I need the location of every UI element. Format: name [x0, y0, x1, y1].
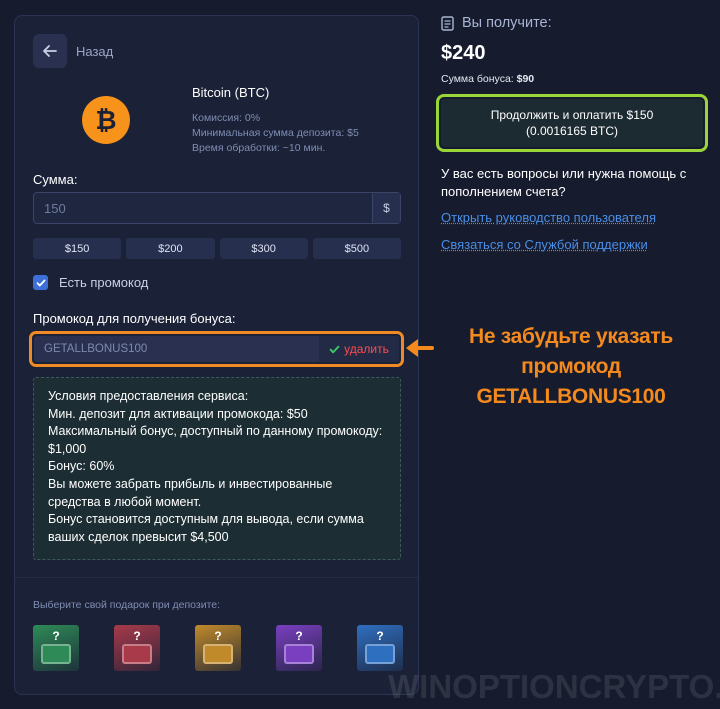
receipt-icon — [441, 16, 454, 31]
watermark: WINOPTIONCRYPTO.COM — [388, 668, 720, 706]
processing-time-text: Время обработки: ~10 мин. — [192, 141, 359, 156]
delete-promo-button[interactable]: удалить — [319, 336, 399, 362]
amount-label: Сумма: — [33, 172, 77, 187]
pay-button-highlight: Продолжить и оплатить $150 (0.0016165 BT… — [436, 94, 708, 152]
coin-info: Комиссия: 0% Минимальная сумма депозита:… — [192, 111, 359, 156]
chest-gold-icon[interactable]: ? — [195, 625, 241, 671]
divider — [15, 577, 418, 578]
arrow-left-icon — [404, 336, 434, 360]
bonus-label: Сумма бонуса: — [441, 73, 517, 85]
promo-checkbox-label[interactable]: Есть промокод — [59, 275, 148, 290]
terms-line: Вы можете забрать прибыль и инвестирован… — [48, 476, 386, 511]
promo-field: удалить — [34, 336, 399, 362]
back-label[interactable]: Назад — [76, 44, 113, 59]
quick-amount-button[interactable]: $300 — [220, 238, 308, 259]
user-guide-link[interactable]: Открыть руководство пользователя — [441, 210, 656, 225]
bitcoin-symbol: ₿ — [95, 105, 116, 136]
terms-line: Бонус становится доступным для вывода, е… — [48, 511, 386, 546]
promo-label: Промокод для получения бонуса: — [33, 311, 235, 326]
promo-callout: Не забудьте указать промокод GETALLBONUS… — [432, 322, 710, 412]
currency-label: $ — [372, 193, 400, 223]
gift-label: Выберите свой подарок при депозите: — [33, 599, 220, 611]
commission-text: Комиссия: 0% — [192, 111, 359, 126]
quick-amount-button[interactable]: $150 — [33, 238, 121, 259]
quick-amount-button[interactable]: $500 — [313, 238, 401, 259]
min-deposit-text: Минимальная сумма депозита: $5 — [192, 126, 359, 141]
promo-checkbox[interactable] — [33, 275, 48, 290]
callout-line: промокод GETALLBONUS100 — [432, 352, 710, 412]
pay-button-line2: (0.0016165 BTC) — [526, 123, 618, 139]
quick-amounts: $150 $200 $300 $500 — [33, 238, 401, 259]
bonus-value: $90 — [517, 73, 535, 85]
terms-line: Условия предоставления сервиса: — [48, 388, 386, 406]
gift-list: ? ? ? ? ? — [33, 625, 403, 671]
bonus-amount: Сумма бонуса: $90 — [441, 73, 534, 85]
terms-box: Условия предоставления сервиса: Мин. деп… — [33, 377, 401, 560]
check-icon — [36, 278, 46, 288]
bitcoin-icon: ₿ — [82, 96, 130, 144]
summary-title: Вы получите: — [441, 15, 552, 31]
arrow-left-icon — [42, 43, 58, 59]
promo-input[interactable] — [34, 336, 319, 362]
quick-amount-button[interactable]: $200 — [126, 238, 214, 259]
check-icon — [329, 344, 340, 355]
support-link[interactable]: Связаться со Службой поддержки — [441, 237, 648, 252]
delete-label: удалить — [344, 342, 389, 356]
summary-amount: $240 — [441, 42, 486, 65]
pay-button-line1: Продолжить и оплатить $150 — [491, 107, 654, 123]
promo-highlight: удалить — [29, 331, 404, 367]
summary-title-text: Вы получите: — [462, 15, 552, 31]
amount-field: $ — [33, 192, 401, 224]
coin-name: Bitcoin (BTC) — [192, 85, 269, 100]
chest-purple-icon[interactable]: ? — [276, 625, 322, 671]
deposit-panel: Назад ₿ Bitcoin (BTC) Комиссия: 0% Миним… — [14, 15, 419, 695]
terms-line: Бонус: 60% — [48, 458, 386, 476]
help-text: У вас есть вопросы или нужна помощь с по… — [441, 165, 706, 201]
chest-red-icon[interactable]: ? — [114, 625, 160, 671]
chest-blue-icon[interactable]: ? — [357, 625, 403, 671]
callout-line: Не забудьте указать — [432, 322, 710, 352]
chest-green-icon[interactable]: ? — [33, 625, 79, 671]
terms-line: Мин. депозит для активации промокода: $5… — [48, 406, 386, 424]
back-button[interactable] — [33, 34, 67, 68]
continue-pay-button[interactable]: Продолжить и оплатить $150 (0.0016165 BT… — [441, 99, 703, 147]
amount-input[interactable] — [34, 193, 372, 223]
terms-line: Максимальный бонус, доступный по данному… — [48, 423, 386, 458]
